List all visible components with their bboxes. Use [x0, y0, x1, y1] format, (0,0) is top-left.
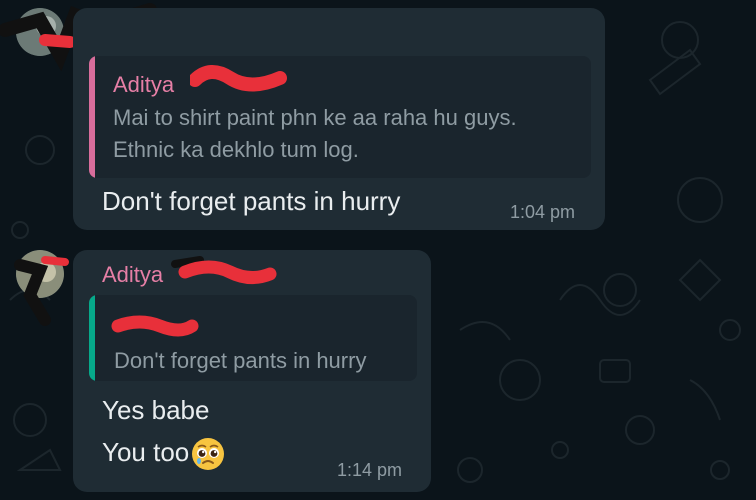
message-time: 1:14 pm	[337, 460, 403, 480]
quoted-sender-name: Aditya	[113, 72, 175, 97]
quote-bar	[89, 295, 95, 381]
message-time: 1:04 pm	[510, 202, 576, 222]
message-text-line-2: You too	[102, 431, 225, 473]
quoted-text-line-2: Ethnic ka dekhlo tum log.	[113, 137, 359, 162]
quote-bar	[89, 56, 95, 178]
quoted-text: Don't forget pants in hurry	[114, 348, 367, 373]
quoted-message[interactable]: Aditya Mai to shirt paint phn ke aa raha…	[89, 56, 591, 178]
redaction-scribble	[190, 65, 287, 92]
message-text: Don't forget pants in hurry	[102, 186, 401, 216]
message-text-line-2-text: You too	[102, 437, 190, 467]
sender-name[interactable]: Aditya	[102, 262, 163, 288]
quoted-text-line-1: Mai to shirt paint phn ke aa raha hu guy…	[113, 105, 517, 130]
redaction-scribble	[14, 256, 69, 326]
message-text-line-1: Yes babe	[102, 395, 210, 425]
message-bubble[interactable]: Aditya Mai to shirt paint phn ke aa raha…	[73, 8, 605, 230]
redaction-scribble	[111, 315, 199, 337]
crying-face-emoji	[192, 438, 225, 471]
redaction-scribble	[171, 256, 277, 284]
